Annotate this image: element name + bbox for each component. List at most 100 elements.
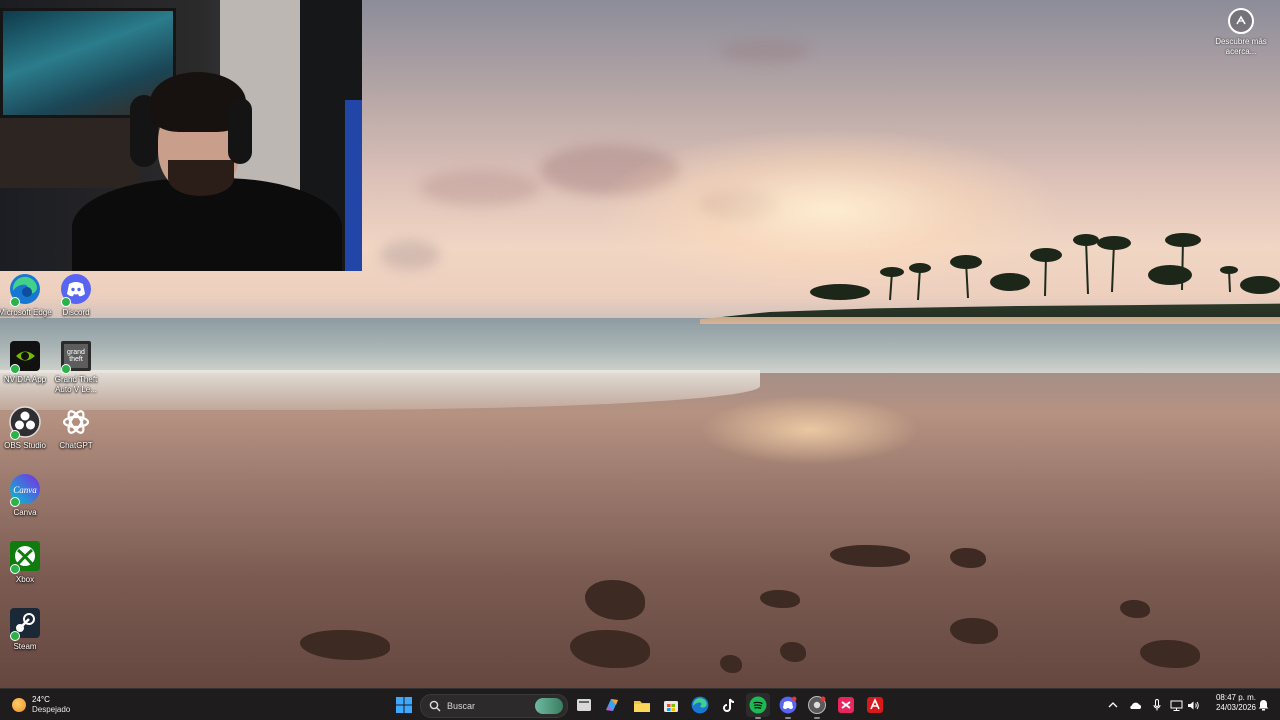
show-hidden-icons-button[interactable]: [1106, 693, 1120, 717]
webcam-overlay: [0, 0, 362, 271]
clock-time: 08:47 p. m.: [1215, 693, 1256, 702]
sync-check-icon: [61, 364, 71, 374]
volume-icon: [1187, 701, 1199, 709]
canva-icon: Canva: [8, 472, 42, 507]
microphone-button[interactable]: [1150, 693, 1164, 717]
weather-condition: Despejado: [32, 705, 71, 714]
desktop-icon-label: Steam: [13, 642, 37, 651]
start-button[interactable]: [392, 693, 416, 717]
sync-check-icon: [10, 564, 20, 574]
chatgpt-desktop-icon[interactable]: ChatGPT: [46, 405, 106, 451]
microphone-icon: [1153, 699, 1161, 711]
svg-text:grand: grand: [67, 349, 85, 356]
desktop-icon-label: Xbox: [15, 575, 35, 584]
discord-icon: [59, 272, 93, 307]
sun-reflection: [700, 395, 920, 465]
wave-foam: [0, 370, 760, 410]
discover-label: Descubre más acerca...: [1215, 37, 1267, 56]
search-icon: [429, 700, 441, 712]
taskbar-search-box[interactable]: Buscar: [420, 694, 568, 718]
volume-button[interactable]: [1186, 693, 1200, 717]
sun-icon: [12, 698, 26, 712]
sync-check-icon: [10, 497, 20, 507]
task-view-icon: [577, 699, 591, 711]
gta-v-desktop-icon[interactable]: grand theft Grand Theft Auto V Le...: [46, 339, 106, 395]
background-shelf: [0, 118, 140, 188]
sync-check-icon: [10, 631, 20, 641]
capcut-button[interactable]: [834, 693, 858, 717]
clock-date: 24/03/2026: [1215, 703, 1256, 712]
task-view-button[interactable]: [572, 693, 596, 717]
weather-temperature: 24°C: [32, 695, 50, 704]
rock: [570, 630, 650, 668]
headphone-right: [228, 98, 252, 164]
running-indicator: [785, 717, 791, 719]
rock: [780, 642, 806, 662]
notification-button[interactable]: [1256, 693, 1270, 717]
copilot-icon: [606, 699, 618, 711]
search-placeholder: Buscar: [447, 701, 476, 711]
file-explorer-button[interactable]: [630, 693, 654, 717]
camera-icon: [1228, 8, 1254, 34]
discord-desktop-icon[interactable]: Discord: [46, 272, 106, 318]
tiktok-icon: [723, 698, 735, 712]
person-beard: [168, 160, 234, 196]
steam-icon: [8, 606, 42, 641]
tiktok-button[interactable]: [717, 693, 741, 717]
desktop-icon-label: ChatGPT: [59, 441, 93, 450]
canva-desktop-icon[interactable]: Canva Canva: [0, 472, 55, 518]
rock: [830, 545, 910, 567]
capcut-icon: [838, 697, 854, 713]
network-icon: [1170, 700, 1182, 711]
svg-text:Canva: Canva: [13, 485, 37, 495]
edge-icon: [691, 696, 709, 714]
discord-icon: [779, 696, 797, 714]
onedrive-icon: [1130, 702, 1142, 709]
edge-icon: [8, 272, 42, 307]
notification-icon: [1258, 700, 1268, 711]
sync-check-icon: [10, 297, 20, 307]
steam-desktop-icon[interactable]: Steam: [0, 606, 55, 652]
taskbar: 24°C Despejado Buscar 08:47 p. m. 24/03/…: [0, 688, 1280, 720]
spotify-icon: [749, 696, 767, 714]
microsoft-store-button[interactable]: [659, 693, 683, 717]
start-icon: [396, 697, 412, 713]
running-indicator: [755, 717, 761, 719]
rock: [720, 655, 742, 673]
xbox-icon: [8, 539, 42, 574]
sync-check-icon: [10, 364, 20, 374]
desktop-icon-label: Canva: [13, 508, 37, 517]
rock: [950, 548, 986, 568]
chevron-up-icon: [1108, 702, 1118, 708]
edge-taskbar-button[interactable]: [688, 693, 712, 717]
acrobat-button[interactable]: [863, 693, 887, 717]
onedrive-button[interactable]: [1126, 693, 1144, 717]
file-explorer-icon: [634, 700, 650, 712]
gta-icon: grand theft: [59, 339, 93, 374]
spotify-button[interactable]: [746, 693, 770, 719]
taskbar-clock[interactable]: 08:47 p. m. 24/03/2026: [1200, 693, 1256, 713]
chatgpt-icon: [59, 405, 93, 439]
obs-icon: [8, 405, 42, 440]
rock: [760, 590, 800, 608]
background-blue-light: [345, 100, 362, 271]
sync-check-icon: [10, 430, 20, 440]
acrobat-icon: [867, 697, 883, 713]
running-indicator: [814, 717, 820, 719]
weather-widget[interactable]: 24°C Despejado: [12, 693, 70, 717]
nvidia-icon: [8, 339, 42, 374]
desktop-icon-label: Grand Theft Auto V Le...: [54, 375, 98, 394]
rock: [585, 580, 645, 620]
rock: [1140, 640, 1200, 668]
svg-text:theft: theft: [69, 356, 83, 363]
desktop-icon-label: Discord: [62, 308, 90, 317]
copilot-button[interactable]: [600, 693, 624, 717]
discord-taskbar-button[interactable]: [776, 693, 800, 719]
rock: [300, 630, 390, 660]
chrome-button[interactable]: [805, 693, 829, 719]
rock: [950, 618, 998, 644]
discover-more-button[interactable]: Descubre más acerca...: [1214, 8, 1268, 57]
xbox-desktop-icon[interactable]: Xbox: [0, 539, 55, 585]
rock: [1120, 600, 1150, 618]
network-button[interactable]: [1168, 693, 1184, 717]
